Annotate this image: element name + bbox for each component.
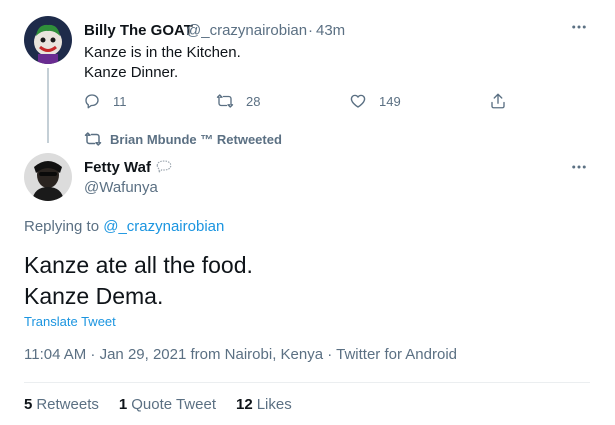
share-icon (491, 93, 505, 109)
like-count: 149 (379, 93, 401, 109)
divider (24, 382, 590, 383)
avatar-billy[interactable] (24, 16, 72, 64)
retweet-icon (216, 94, 234, 108)
retweet-count: 28 (246, 93, 261, 109)
quotes-stat-count: 1 (118, 396, 128, 413)
retweets-stat-label: Retweets (36, 396, 99, 413)
quotes-stat[interactable]: 1 Quote Tweet (119, 396, 216, 413)
retweets-stat[interactable]: 5 Retweets (24, 396, 99, 413)
quotes-stat-label: Quote Tweet (131, 396, 216, 413)
tweet-meta[interactable]: 11:04 AM · Jan 29, 2021 from Nairobi, Ke… (24, 346, 457, 363)
like-button[interactable]: 149 (349, 92, 401, 110)
main-tweet-text: Kanze ate all the food. Kanze Dema. (24, 252, 253, 309)
main-display-name[interactable]: Fetty Waf (84, 158, 173, 176)
reply-icon (85, 94, 99, 109)
main-display-name-text: Fetty Waf (84, 158, 151, 176)
retweet-icon (84, 132, 102, 146)
more-icon[interactable] (570, 158, 588, 181)
speech-balloon-emoji (156, 160, 172, 174)
likes-stat-count: 12 (236, 396, 253, 413)
parent-timestamp[interactable]: 43m (316, 22, 345, 39)
separator-dot: · (308, 22, 313, 39)
retweets-stat-count: 5 (24, 396, 33, 413)
parent-tweet-text: Kanze is in the Kitchen. Kanze Dinner. (84, 44, 241, 81)
parent-handle[interactable]: @_crazynairobian (186, 22, 307, 39)
more-icon[interactable] (570, 18, 588, 41)
translate-tweet-link[interactable]: Translate Tweet (24, 314, 116, 329)
share-button[interactable] (489, 92, 519, 110)
tweet-stats: 5 Retweets 1 Quote Tweet 12 Likes (24, 396, 292, 413)
retweet-banner-text: Brian Mbunde ™ Retweeted (110, 131, 282, 147)
avatar-fetty[interactable] (24, 153, 72, 201)
reply-button[interactable]: 11 (83, 92, 127, 110)
replying-to: Replying to @_crazynairobian (24, 218, 224, 235)
thread-line (47, 68, 49, 143)
retweet-banner[interactable]: Brian Mbunde ™ Retweeted (84, 130, 282, 148)
likes-stat-label: Likes (256, 396, 292, 413)
replying-prefix: Replying to (24, 218, 100, 235)
heart-icon (350, 94, 366, 108)
retweet-button[interactable]: 28 (216, 92, 260, 110)
likes-stat[interactable]: 12 Likes (236, 396, 292, 413)
main-handle[interactable]: @Wafunya (84, 179, 158, 196)
parent-display-name[interactable]: Billy The GOAT (84, 22, 193, 39)
reply-count: 11 (113, 93, 127, 109)
replying-handle-link[interactable]: @_crazynairobian (103, 218, 224, 235)
